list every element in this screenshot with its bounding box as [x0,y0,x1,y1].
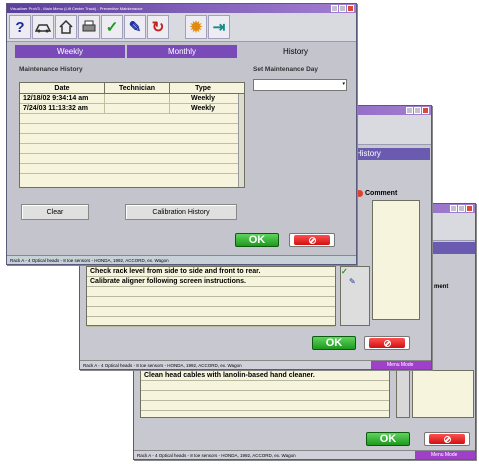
cell-technician [105,94,170,103]
tab-history[interactable]: History [239,45,352,58]
column-header-technician: Technician [105,83,170,93]
table-row[interactable] [20,144,244,154]
maximize-button[interactable] [414,107,421,114]
table-row[interactable] [20,114,244,124]
comment-list [412,370,474,418]
comment-icon [356,190,363,197]
menu-mode-indicator: Menu Mode [415,451,475,459]
scrollbar[interactable] [238,94,244,187]
cell-date: 7/24/03 11:13:32 am [20,104,105,113]
minimize-button[interactable] [406,107,413,114]
maximize-button[interactable] [339,5,346,12]
set-maintenance-day-label: Set Maintenance Day [253,66,319,73]
cancel-icon [443,435,451,443]
calibration-history-button[interactable]: Calibration History [125,204,237,220]
checkmark-icon[interactable]: ✓ [101,15,123,39]
refresh-icon[interactable]: ↻ [147,15,169,39]
list-item[interactable] [87,287,335,297]
cancel-icon [308,236,316,244]
table-row[interactable] [20,164,244,174]
column-header-date: Date [20,83,105,93]
cancel-button[interactable] [424,432,470,446]
tab-history-partial[interactable]: History [352,148,430,160]
print-icon[interactable] [78,15,100,39]
list-item[interactable]: Check rack level from side to side and f… [87,267,335,277]
ok-button[interactable]: OK [235,233,279,247]
toolbar: ? ✓ ✎ ↻ ✹ ⇥ [7,13,356,42]
exit-icon[interactable]: ⇥ [208,15,230,39]
clear-button[interactable]: Clear [21,204,89,220]
cancel-icon [383,339,391,347]
cell-technician [105,104,170,113]
table-row[interactable] [20,154,244,164]
cell-type: Weekly [191,95,215,102]
cancel-button[interactable] [364,336,410,350]
window-1: Visualiner ProV3 - Main Menu (Lift Cente… [6,3,357,265]
comment-column-header: ment [434,284,449,290]
wrench-icon[interactable]: ✎ [124,15,146,39]
wrench-icon: ✎ [349,277,356,286]
table-row[interactable] [20,124,244,134]
window-1-titlebar: Visualiner ProV3 - Main Menu (Lift Cente… [7,4,356,13]
task-list: Check rack level from side to side and f… [86,266,336,327]
close-button[interactable] [347,5,354,12]
home-icon[interactable] [55,15,77,39]
list-item[interactable] [87,317,335,327]
gear-icon[interactable]: ✹ [185,15,207,39]
cell-type: Weekly [191,105,215,112]
list-item[interactable] [141,401,389,411]
table-row[interactable]: 7/24/03 11:13:32 am Weekly [20,104,244,114]
table-row[interactable]: 12/18/02 9:34:14 am Weekly [20,94,244,104]
status-columns: ✓ ✎ [340,266,370,326]
maintenance-day-select[interactable]: ▾ [253,79,347,91]
minimize-button[interactable] [450,205,457,212]
column-header-type: Type [195,85,211,92]
vehicle-icon[interactable] [32,15,54,39]
tab-weekly[interactable]: Weekly [15,45,125,58]
chevron-down-icon: ▾ [342,81,345,87]
status-bar: Rack A - 4 Optical heads - 8 toe sensors… [7,255,356,264]
close-button[interactable] [422,107,429,114]
list-item[interactable] [141,391,389,401]
ok-button[interactable]: OK [366,432,410,446]
task-list: Clean head cables with lanolin-based han… [140,370,390,418]
maximize-button[interactable] [458,205,465,212]
list-item[interactable] [87,307,335,317]
help-icon[interactable]: ? [9,15,31,39]
minimize-button[interactable] [331,5,338,12]
list-item[interactable] [87,297,335,307]
cancel-button[interactable] [289,233,335,247]
status-columns [396,370,410,418]
status-bar: Rack A - 4 Optical heads - 8 toe sensors… [80,360,431,369]
list-item[interactable]: Calibrate aligner following screen instr… [87,277,335,287]
list-item[interactable] [141,381,389,391]
menu-mode-indicator: Menu Mode [371,361,431,369]
comment-list [372,200,420,320]
tab-monthly[interactable]: Monthly [127,45,237,58]
cell-date: 12/18/02 9:34:14 am [20,94,105,103]
checkmark-icon: ✓ [341,267,348,276]
close-button[interactable] [466,205,473,212]
comment-header: Comment [356,190,397,197]
maintenance-history-label: Maintenance History [19,66,83,73]
list-item[interactable]: Clean head cables with lanolin-based han… [141,371,389,381]
status-bar: Rack A - 4 Optical heads - 8 toe sensors… [134,450,475,459]
ok-button[interactable]: OK [312,336,356,350]
table-row[interactable] [20,134,244,144]
history-table: Date Technician Type 12/18/02 9:34:14 am… [19,82,245,188]
